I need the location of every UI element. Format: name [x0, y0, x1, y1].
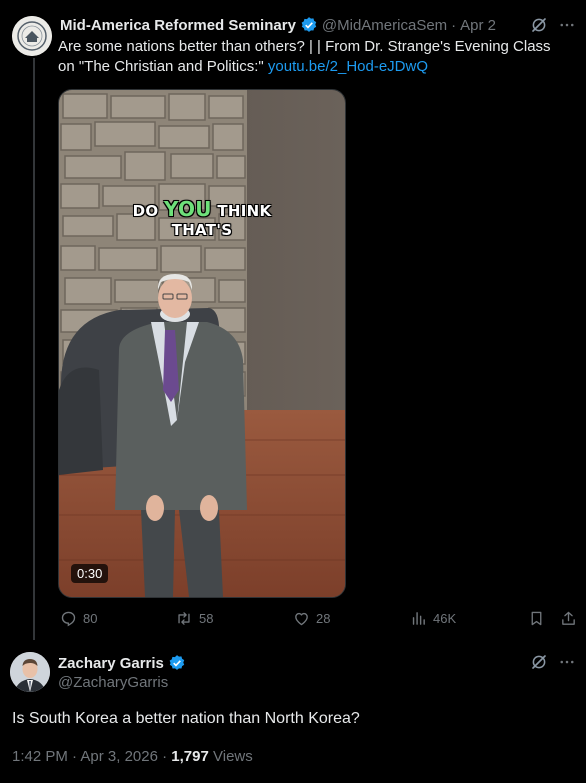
- more-icon[interactable]: [556, 651, 578, 673]
- tweet-text-line: on "The Christian and Politics:": [58, 58, 268, 75]
- tweet-date[interactable]: Apr 3, 2026: [80, 748, 158, 765]
- caption-text: DO: [132, 202, 164, 220]
- tweet-text: Are some nations better than others? | |…: [58, 37, 578, 77]
- avatar[interactable]: [12, 16, 52, 56]
- reply-count: 80: [83, 611, 98, 626]
- share-icon: [561, 611, 575, 625]
- views-button[interactable]: 46K: [410, 610, 456, 627]
- like-icon: [295, 612, 308, 626]
- tweet-header: Mid-America Reformed Seminary @MidAmeric…: [60, 16, 496, 34]
- like-count: 28: [316, 611, 331, 626]
- reply-icon: [61, 611, 76, 627]
- caption-highlight: YOU: [163, 197, 212, 221]
- verified-badge-icon: [301, 17, 317, 32]
- repost-icon: [178, 612, 190, 625]
- author-name[interactable]: Zachary Garris: [58, 655, 164, 672]
- like-button[interactable]: 28: [293, 610, 330, 627]
- share-button[interactable]: [557, 607, 579, 629]
- tweet-link[interactable]: youtu.be/2_Hod-eJDwQ: [268, 58, 428, 75]
- bookmark-button[interactable]: [525, 607, 547, 629]
- verified-badge-icon: [169, 655, 185, 670]
- views-count: 1,797: [171, 748, 209, 765]
- separator: ·: [451, 16, 457, 34]
- avatar[interactable]: [10, 652, 50, 692]
- separator: ·: [72, 748, 78, 765]
- caption-text: THINK: [211, 202, 272, 220]
- separator: ·: [162, 748, 168, 765]
- tweet-text-line: Are some nations better than others? | |…: [58, 38, 551, 55]
- video-caption: DO YOU THINK THAT'S: [59, 197, 345, 240]
- author-handle[interactable]: @MidAmericaSem: [322, 17, 447, 34]
- reply-button[interactable]: 80: [60, 610, 97, 627]
- grok-icon[interactable]: [528, 14, 550, 36]
- repost-button[interactable]: 58: [175, 610, 213, 627]
- tweet-date[interactable]: Apr 2: [460, 17, 496, 34]
- tweet-header: Zachary Garris: [58, 654, 190, 672]
- views-count: 46K: [433, 611, 457, 626]
- caption-text: THAT'S: [171, 221, 233, 239]
- video-duration: 0:30: [71, 564, 109, 583]
- repost-count: 58: [199, 611, 214, 626]
- more-icon[interactable]: [556, 14, 578, 36]
- tweet-text: Is South Korea a better nation than Nort…: [12, 710, 360, 727]
- views-icon: [412, 612, 425, 625]
- tweet-meta: 1:42 PM · Apr 3, 2026 · 1,797 Views: [12, 748, 253, 765]
- thread-line: [33, 58, 35, 640]
- handle-row: @ZacharyGarris: [58, 674, 168, 691]
- video-player[interactable]: DO YOU THINK THAT'S 0:30: [58, 89, 346, 598]
- bookmark-icon: [531, 611, 541, 625]
- video-frame: [59, 90, 345, 597]
- tweet-time[interactable]: 1:42 PM: [12, 748, 68, 765]
- author-name[interactable]: Mid-America Reformed Seminary: [60, 17, 296, 34]
- grok-icon[interactable]: [528, 651, 550, 673]
- author-handle[interactable]: @ZacharyGarris: [58, 674, 168, 691]
- views-label: Views: [208, 748, 253, 765]
